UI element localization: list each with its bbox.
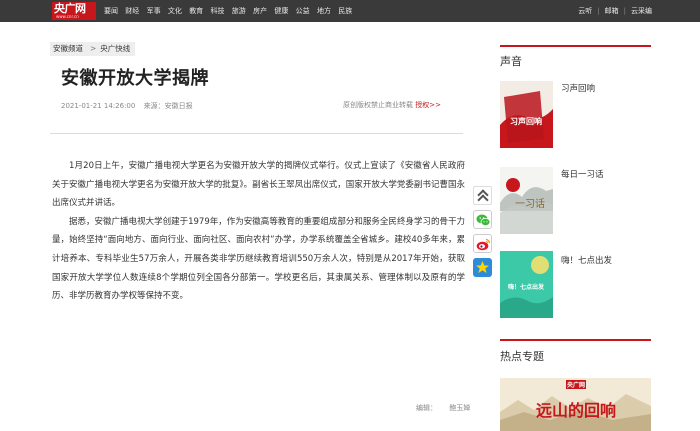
breadcrumb-arrow-icon: > xyxy=(90,44,97,53)
voice-thumb-image: 习声回响 xyxy=(500,81,553,148)
article-paragraph: 据悉，安徽广播电视大学创建于1979年，作为安徽高等教育的重要组成部分和服务全民… xyxy=(52,216,465,302)
article-editor: 编辑： 鲍玉婵 xyxy=(416,403,470,413)
breadcrumb-section[interactable]: 央广快线 xyxy=(100,42,130,56)
article-source: 来源：安徽日报 xyxy=(143,102,193,110)
copyright-notice: 原创版权禁止商业转载 授权>> xyxy=(343,100,441,110)
nav-item[interactable]: 教育 xyxy=(189,0,203,22)
sidebar-section-rule xyxy=(500,45,651,47)
authorization-link[interactable]: 授权>> xyxy=(415,101,441,109)
nav-item[interactable]: 公益 xyxy=(296,0,310,22)
weibo-icon-graphic xyxy=(476,238,491,251)
cnr-logo[interactable]: 央广网 www.cnr.cn xyxy=(52,2,96,20)
nav-item[interactable]: 地方 xyxy=(317,0,331,22)
divider xyxy=(50,133,463,134)
nav-link-mail[interactable]: 邮箱 xyxy=(605,0,619,22)
hot-topic-banner[interactable]: 央广网 远山的回响 xyxy=(500,378,651,431)
voice-item-thumbnail[interactable]: 嗨！七点出发 xyxy=(500,251,553,318)
sidebar-voice-title: 声音 xyxy=(500,55,522,68)
nav-item[interactable]: 旅游 xyxy=(232,0,246,22)
nav-item[interactable]: 健康 xyxy=(274,0,288,22)
voice-item-thumbnail[interactable]: 一习话 xyxy=(500,167,553,234)
main-nav: 要闻 财经 军事 文化 教育 科技 旅游 房产 健康 公益 地方 民族 xyxy=(104,0,360,22)
voice-item-label[interactable]: 每日一习话 xyxy=(561,170,604,181)
editor-name: 鲍玉婵 xyxy=(449,404,471,412)
nav-divider: | xyxy=(623,7,626,15)
banner-logo: 央广网 xyxy=(567,381,585,389)
article-meta: 2021-01-21 14:26:00 来源：安徽日报 xyxy=(61,101,193,111)
nav-item[interactable]: 文化 xyxy=(168,0,182,22)
nav-item[interactable]: 民族 xyxy=(338,0,352,22)
nav-item[interactable]: 财经 xyxy=(125,0,139,22)
voice-thumb-text: 一习话 xyxy=(515,198,545,210)
sidebar-section-rule xyxy=(500,339,651,341)
voice-thumb-image: 嗨！七点出发 xyxy=(500,251,553,318)
logo-subtext: www.cnr.cn xyxy=(56,14,79,19)
nav-divider: | xyxy=(597,7,600,15)
top-nav-bar: 央广网 www.cnr.cn 要闻 财经 军事 文化 教育 科技 旅游 房产 健… xyxy=(0,0,700,22)
sidebar-hot-title: 热点专题 xyxy=(500,350,544,363)
voice-item-label[interactable]: 嗨！七点出发 xyxy=(561,256,612,267)
back-to-top-icon[interactable] xyxy=(473,186,492,205)
voice-item-thumbnail[interactable]: 习声回响 xyxy=(500,81,553,148)
breadcrumb: 安徽频道 > 央广快线 xyxy=(50,42,136,56)
copyright-text: 原创版权禁止商业转载 xyxy=(343,101,413,109)
voice-item-label[interactable]: 习声回响 xyxy=(561,84,595,95)
nav-link-yunting[interactable]: 云听 xyxy=(578,0,592,22)
nav-item[interactable]: 房产 xyxy=(253,0,267,22)
nav-item[interactable]: 要闻 xyxy=(104,0,118,22)
voice-thumb-image: 一习话 xyxy=(500,167,553,234)
nav-item[interactable]: 军事 xyxy=(147,0,161,22)
wechat-icon-graphic xyxy=(476,214,491,226)
qzone-icon[interactable] xyxy=(473,258,492,277)
editor-label: 编辑： xyxy=(416,404,437,412)
banner-title: 远山的回响 xyxy=(536,401,616,420)
article-paragraph: 1月20日上午，安徽广播电视大学更名为安徽开放大学的揭牌仪式举行。仪式上宣读了《… xyxy=(52,161,465,209)
nav-item[interactable]: 科技 xyxy=(210,0,224,22)
article-body: 1月20日上午，安徽广播电视大学更名为安徽开放大学的揭牌仪式举行。仪式上宣读了《… xyxy=(52,157,465,306)
weibo-icon[interactable] xyxy=(473,234,492,253)
voice-thumb-text: 嗨！七点出发 xyxy=(508,283,544,291)
voice-thumb-text: 习声回响 xyxy=(510,116,542,126)
hot-topic-banner-image: 央广网 远山的回响 xyxy=(500,378,651,431)
article-datetime: 2021-01-21 14:26:00 xyxy=(61,102,136,110)
star-icon xyxy=(476,261,489,273)
breadcrumb-channel[interactable]: 安徽频道 xyxy=(53,42,83,56)
nav-right-links: 云听 | 邮箱 | 云采编 xyxy=(578,0,652,22)
nav-link-editor[interactable]: 云采编 xyxy=(631,0,652,22)
article-title: 安徽开放大学揭牌 xyxy=(61,68,209,89)
wechat-icon[interactable] xyxy=(473,210,492,229)
